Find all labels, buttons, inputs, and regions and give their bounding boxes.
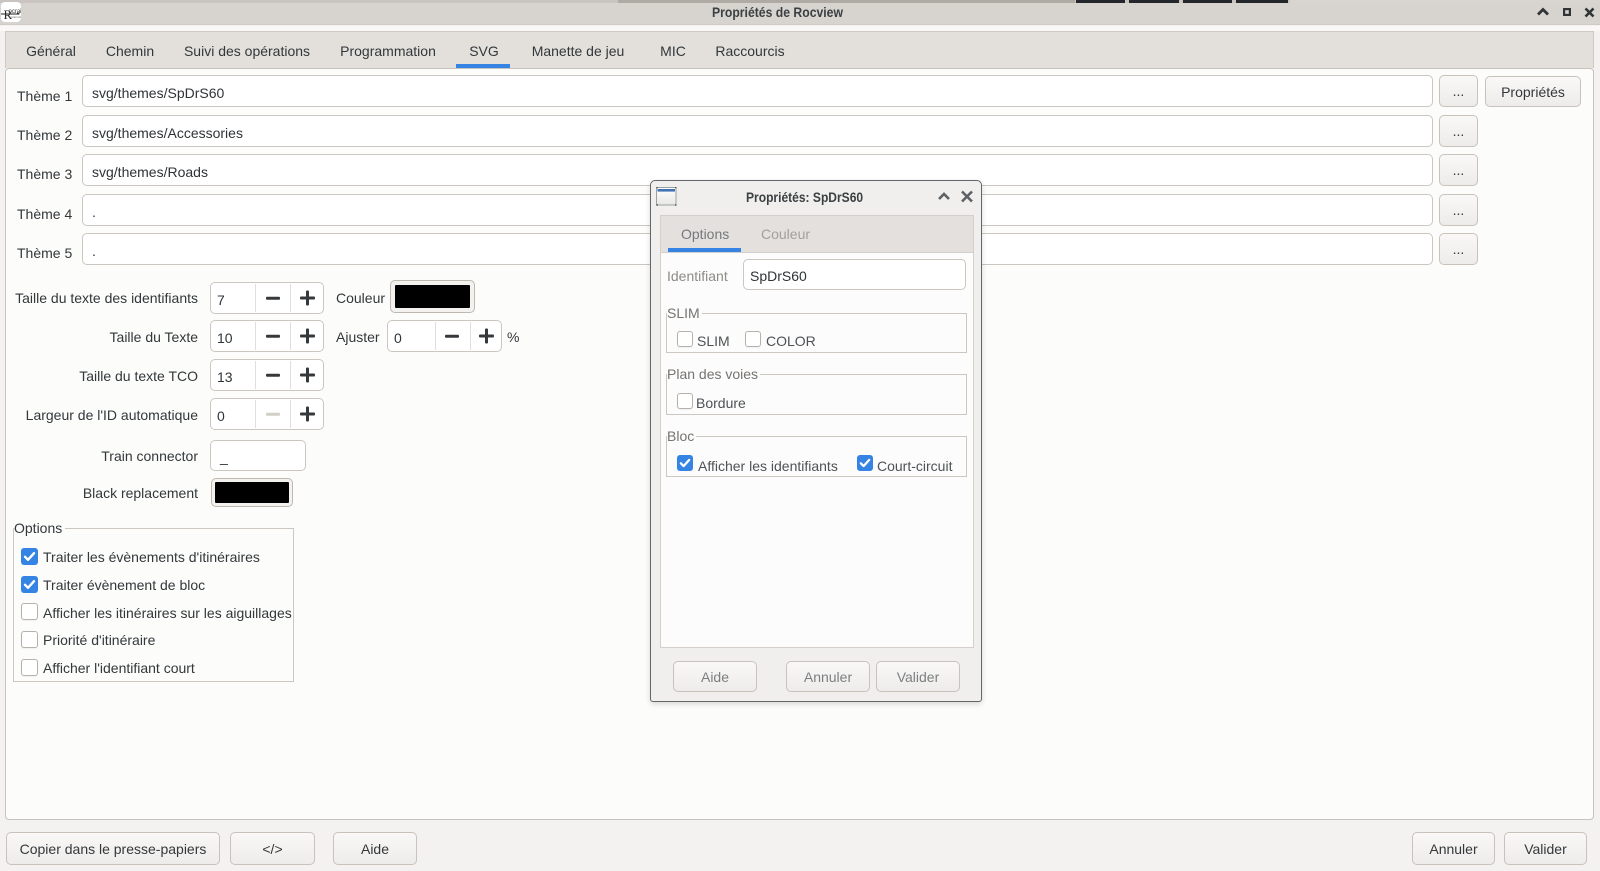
svg-text:model railroad: model railroad [10, 15, 22, 19]
